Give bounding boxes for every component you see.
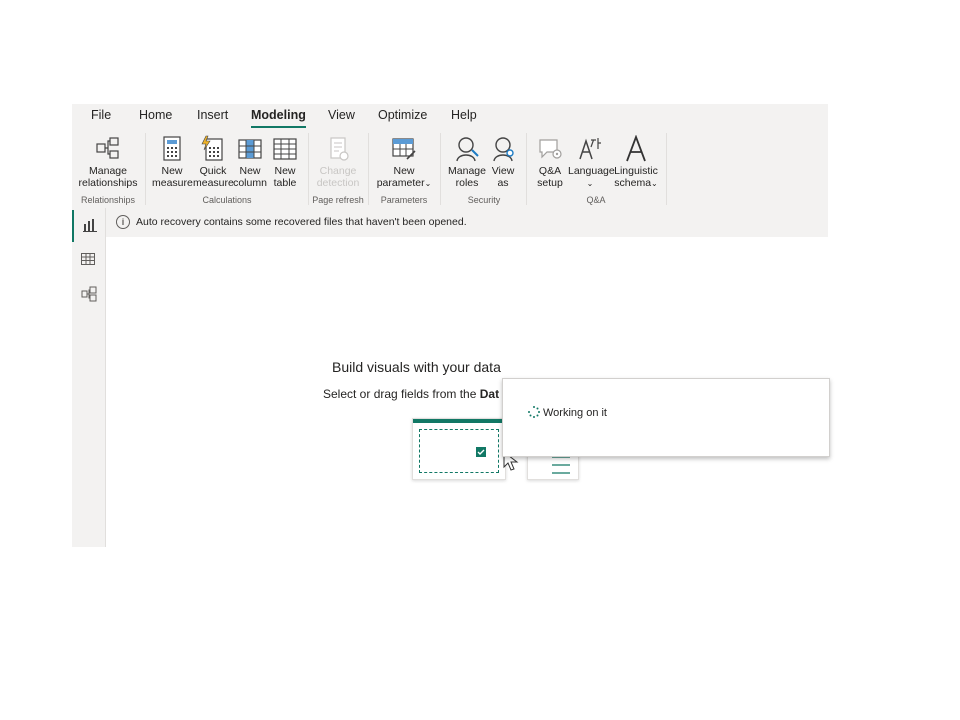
report-view-button[interactable] (72, 210, 107, 242)
language-button[interactable]: Language ⌄ (568, 135, 615, 190)
change-detection-button[interactable]: Change detection (312, 135, 364, 189)
separator (308, 133, 309, 205)
new-column-button[interactable]: New column (233, 135, 267, 189)
quick-measure-icon (201, 135, 223, 161)
notice-text: Auto recovery contains some recovered fi… (136, 216, 467, 228)
change-detection-label-1: Change (319, 165, 357, 177)
qa-setup-label-2: setup (537, 177, 563, 189)
group-relationships: Relationships (80, 195, 136, 205)
tab-file[interactable]: File (91, 108, 111, 122)
linguistic-schema-icon (626, 135, 646, 162)
chevron-down-icon: ⌄ (651, 179, 658, 188)
dashed-drop-area (419, 429, 499, 473)
working-on-it-dialog: Working on it (502, 378, 830, 457)
checkbox-icon (476, 447, 486, 457)
ribbon: Manage relationships Relationships New m… (72, 131, 828, 209)
empty-state-subtitle: Select or drag fields from the Dat (323, 387, 499, 401)
report-view-icon (83, 219, 97, 232)
illustration-header-bar (413, 419, 505, 423)
language-icon (579, 138, 601, 160)
new-parameter-label-2: parameter (376, 177, 425, 189)
tab-modeling[interactable]: Modeling (251, 108, 306, 128)
loading-spinner-icon (528, 406, 540, 418)
change-detection-icon (330, 137, 349, 161)
separator (666, 133, 667, 205)
relationships-icon (96, 137, 119, 159)
new-measure-label-2: measure (152, 177, 193, 189)
new-column-label-2: column (233, 177, 267, 189)
new-table-button[interactable]: New table (269, 135, 301, 189)
linguistic-schema-button[interactable]: Linguistic schema⌄ (613, 135, 659, 190)
new-measure-button[interactable]: New measure (152, 135, 193, 189)
table-icon (273, 138, 297, 160)
manage-relationships-button[interactable]: Manage relationships (78, 135, 138, 189)
tab-optimize[interactable]: Optimize (378, 108, 427, 122)
menu-bar: File Home Insert Modeling View Optimize … (72, 104, 828, 131)
separator (145, 133, 146, 205)
view-as-icon (493, 137, 514, 162)
subtitle-bold-text: Dat (479, 387, 500, 401)
model-view-button[interactable] (72, 278, 105, 310)
tab-view[interactable]: View (328, 108, 355, 122)
manage-roles-icon (456, 137, 479, 162)
calculator-icon (163, 136, 181, 161)
quick-measure-label-2: measure (193, 177, 234, 189)
view-as-label-2: as (497, 177, 509, 189)
visual-placeholder-illustration (412, 418, 519, 480)
qa-setup-button[interactable]: Q&A setup (532, 135, 568, 189)
new-measure-label-1: New (161, 165, 183, 177)
table-column-icon (238, 139, 262, 159)
empty-state-title: Build visuals with your data (332, 359, 501, 375)
tab-insert[interactable]: Insert (197, 108, 228, 122)
separator (526, 133, 527, 205)
tab-home[interactable]: Home (139, 108, 172, 122)
view-switcher (72, 208, 106, 547)
power-bi-window: File Home Insert Modeling View Optimize … (72, 104, 828, 547)
group-parameters: Parameters (380, 195, 428, 205)
tab-help[interactable]: Help (451, 108, 477, 122)
new-parameter-button[interactable]: New parameter⌄ (374, 135, 434, 190)
separator (440, 133, 441, 205)
language-label: Language (568, 165, 615, 177)
working-on-it-text: Working on it (543, 407, 607, 419)
group-qa: Q&A (586, 195, 606, 205)
auto-recovery-notice: i Auto recovery contains some recovered … (106, 208, 828, 237)
table-view-icon (81, 253, 95, 265)
manage-roles-label-2: roles (455, 177, 479, 189)
manage-relationships-label-2: relationships (78, 177, 138, 189)
table-view-button[interactable] (72, 244, 105, 276)
new-parameter-label-1: New (393, 165, 415, 177)
manage-roles-label-1: Manage (448, 165, 486, 177)
linguistic-schema-label-2: schema (614, 177, 652, 189)
new-table-label-1: New (274, 165, 296, 177)
manage-roles-button[interactable]: Manage roles (446, 135, 488, 189)
info-icon: i (116, 215, 130, 229)
change-detection-label-2: detection (316, 177, 360, 189)
separator (368, 133, 369, 205)
group-calculations: Calculations (202, 195, 252, 205)
group-page-refresh: Page refresh (312, 195, 364, 205)
qa-setup-icon (539, 139, 562, 159)
chevron-down-icon: ⌄ (424, 179, 432, 188)
group-security: Security (467, 195, 501, 205)
new-column-label-1: New (239, 165, 261, 177)
linguistic-schema-label-1: Linguistic (614, 165, 658, 177)
subtitle-text: Select or drag fields from the (323, 387, 480, 401)
manage-relationships-label-1: Manage (89, 165, 127, 177)
quick-measure-label-1: Quick (199, 165, 227, 177)
quick-measure-button[interactable]: Quick measure (193, 135, 234, 189)
parameter-icon (392, 138, 416, 160)
qa-setup-label-1: Q&A (538, 165, 562, 177)
view-as-button[interactable]: View as (488, 135, 518, 189)
chevron-down-icon: ⌄ (586, 179, 594, 188)
new-table-label-2: table (273, 177, 297, 189)
model-view-icon (81, 286, 97, 302)
view-as-label-1: View (491, 165, 515, 177)
